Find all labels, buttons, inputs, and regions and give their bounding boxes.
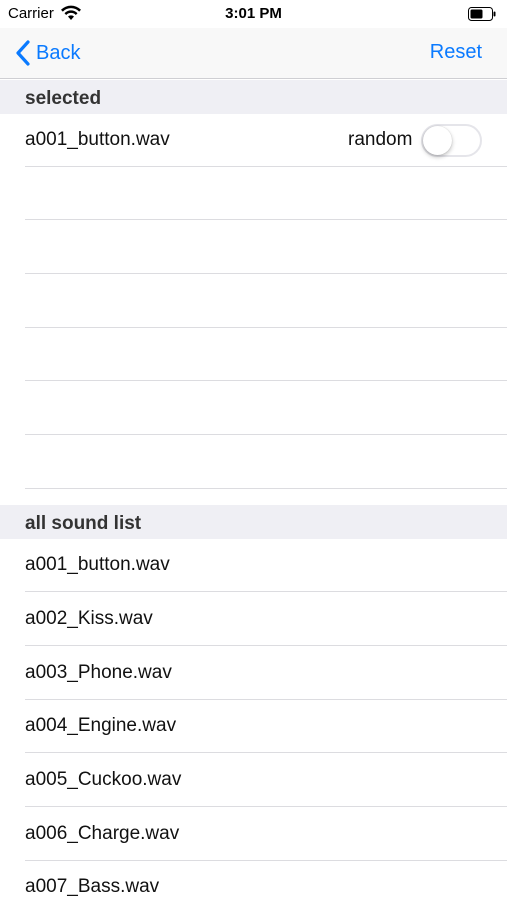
battery-icon [468,7,496,21]
navigation-bar: Back Reset [0,28,507,79]
row-separator [25,488,507,489]
empty-row [0,436,507,489]
section-header-all-sounds: all sound list [0,505,507,539]
sound-name: a003_Phone.wav [25,662,172,683]
row-separator [25,273,507,274]
row-separator [25,806,507,807]
empty-row [0,275,507,328]
random-label: random [348,129,413,150]
row-separator [25,591,507,592]
empty-row [0,328,507,381]
sound-name: a007_Bass.wav [25,876,160,897]
sound-list-item[interactable]: a007_Bass.wav [0,861,507,900]
reset-button[interactable]: Reset [430,41,482,64]
sound-name: a005_Cuckoo.wav [25,769,182,790]
row-separator [25,219,507,220]
sound-name: a002_Kiss.wav [25,608,153,629]
status-time: 3:01 PM [225,5,282,22]
sound-list-item[interactable]: a005_Cuckoo.wav [0,754,507,807]
sound-list-item[interactable]: a002_Kiss.wav [0,593,507,646]
row-separator [25,752,507,753]
section-title: selected [25,88,102,109]
sound-list-item[interactable]: a004_Engine.wav [0,700,507,753]
selected-sound-name: a001_button.wav [25,129,170,150]
section-header-selected: selected [0,80,507,114]
sound-name: a001_button.wav [25,554,170,575]
sound-list-item[interactable]: a003_Phone.wav [0,647,507,700]
toggle-knob [423,126,452,155]
sound-name: a006_Charge.wav [25,823,180,844]
chevron-left-icon [16,40,30,66]
selected-sound-row[interactable]: a001_button.wav random [0,114,507,167]
empty-row [0,221,507,274]
row-separator [25,380,507,381]
sound-name: a004_Engine.wav [25,715,177,736]
section-title: all sound list [25,513,142,534]
back-label: Back [36,41,81,64]
sound-list-item[interactable]: a001_button.wav [0,539,507,592]
status-bar: Carrier 3:01 PM [0,0,507,28]
back-button[interactable]: Back [14,38,80,68]
sound-list-item[interactable]: a006_Charge.wav [0,808,507,861]
row-separator [25,645,507,646]
random-toggle[interactable] [421,124,482,157]
empty-row [0,167,507,220]
empty-row [0,382,507,435]
row-separator [25,434,507,435]
